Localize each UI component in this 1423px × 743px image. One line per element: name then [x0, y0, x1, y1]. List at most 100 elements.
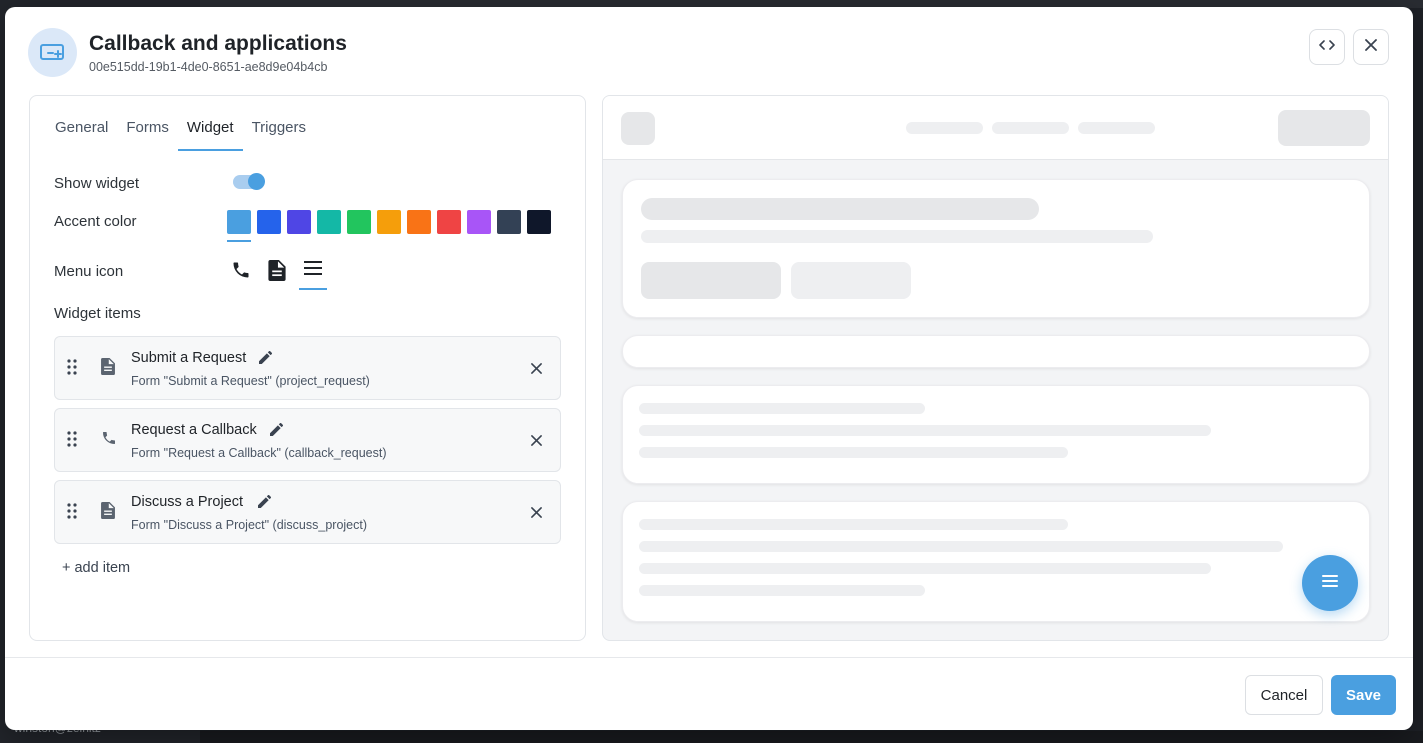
preview-nav-placeholder	[906, 122, 983, 134]
preview-button-placeholder	[1278, 110, 1370, 146]
preview-topbar	[603, 96, 1388, 160]
document-icon	[101, 502, 115, 524]
widget-item[interactable]: Request a Callback Form "Request a Callb…	[54, 408, 561, 472]
widget-item-description: Form "Discuss a Project" (discuss_projec…	[131, 518, 368, 532]
preview-widget-fab[interactable]	[1302, 555, 1358, 611]
remove-item-icon[interactable]	[531, 433, 542, 451]
widget-item-description: Form "Submit a Request" (project_request…	[131, 374, 370, 388]
preview-logo-placeholder	[621, 112, 655, 145]
preview-content-card	[622, 385, 1370, 484]
menu-icon-option-phone[interactable]	[227, 258, 255, 290]
save-button[interactable]: Save	[1331, 675, 1396, 715]
accent-color-swatch[interactable]	[467, 210, 491, 242]
menu-icon-options	[227, 258, 327, 290]
accent-color-fill	[437, 210, 461, 234]
accent-color-fill	[407, 210, 431, 234]
accent-color-swatch[interactable]	[407, 210, 431, 242]
menu-icon-option-menu[interactable]	[299, 258, 327, 290]
preview-strip-card	[622, 335, 1370, 368]
phone-icon	[231, 260, 251, 285]
preview-text-placeholder	[639, 585, 925, 596]
modal-header: Callback and applications 00e515dd-19b1-…	[5, 7, 1413, 95]
accent-color-swatch[interactable]	[317, 210, 341, 242]
settings-panel: General Forms Widget Triggers Show widge…	[29, 95, 586, 641]
accent-color-swatch[interactable]	[437, 210, 461, 242]
accent-color-fill	[497, 210, 521, 234]
preview-heading-placeholder	[641, 198, 1039, 220]
drag-handle-icon[interactable]	[67, 359, 77, 380]
preview-content-card	[622, 501, 1370, 622]
menu-icon	[1322, 574, 1338, 593]
accent-color-fill	[467, 210, 491, 234]
menu-icon	[304, 260, 322, 281]
add-item-button[interactable]: + add item	[62, 560, 130, 576]
accent-color-swatch[interactable]	[347, 210, 371, 242]
accent-color-fill	[287, 210, 311, 234]
accent-color-fill	[317, 210, 341, 234]
settings-tabs: General Forms Widget Triggers	[46, 108, 315, 152]
preview-text-placeholder	[641, 230, 1153, 243]
widget-item-title: Submit a Request	[131, 350, 247, 366]
close-modal-button[interactable]	[1353, 29, 1389, 65]
accent-color-swatch[interactable]	[227, 210, 251, 242]
widget-items-list: Submit a Request Form "Submit a Request"…	[54, 336, 561, 552]
accent-color-swatches	[227, 210, 551, 242]
accent-color-fill	[527, 210, 551, 234]
accent-color-swatch[interactable]	[287, 210, 311, 242]
tab-widget[interactable]: Widget	[177, 108, 243, 151]
remove-item-icon[interactable]	[531, 361, 542, 379]
document-icon	[268, 260, 286, 286]
edit-pencil-icon[interactable]	[259, 351, 272, 369]
accent-color-swatch[interactable]	[527, 210, 551, 242]
accent-color-fill	[257, 210, 281, 234]
preview-text-placeholder	[639, 447, 1068, 458]
close-icon	[1365, 38, 1377, 56]
tab-forms[interactable]: Forms	[117, 108, 178, 151]
edit-pencil-icon[interactable]	[270, 423, 283, 441]
preview-button-placeholder	[791, 262, 911, 299]
menu-icon-option-document[interactable]	[263, 258, 291, 290]
widget-item-title: Discuss a Project	[131, 494, 244, 510]
document-icon	[101, 358, 115, 380]
tab-general[interactable]: General	[46, 108, 117, 151]
code-view-button[interactable]	[1309, 29, 1345, 65]
accent-color-swatch[interactable]	[497, 210, 521, 242]
accent-color-label: Accent color	[54, 213, 137, 230]
code-icon	[1319, 38, 1335, 56]
widget-item[interactable]: Submit a Request Form "Submit a Request"…	[54, 336, 561, 400]
show-widget-toggle[interactable]	[233, 173, 265, 190]
preview-text-placeholder	[639, 563, 1211, 574]
edit-pencil-icon[interactable]	[258, 495, 271, 513]
drag-handle-icon[interactable]	[67, 503, 77, 524]
preview-nav-placeholder	[992, 122, 1069, 134]
app-widget-icon	[28, 28, 77, 77]
remove-item-icon[interactable]	[531, 505, 542, 523]
widget-settings-modal: Callback and applications 00e515dd-19b1-…	[5, 7, 1413, 730]
preview-text-placeholder	[639, 403, 925, 414]
widget-preview-panel	[602, 95, 1389, 641]
cancel-button[interactable]: Cancel	[1245, 675, 1323, 715]
preview-button-placeholder	[641, 262, 781, 299]
tab-triggers[interactable]: Triggers	[243, 108, 315, 151]
preview-text-placeholder	[639, 425, 1211, 436]
preview-text-placeholder	[639, 519, 1068, 530]
accent-color-swatch[interactable]	[257, 210, 281, 242]
phone-icon	[101, 430, 117, 451]
modal-subtitle-id: 00e515dd-19b1-4de0-8651-ae8d9e04b4cb	[89, 60, 328, 74]
preview-hero-card	[622, 179, 1370, 318]
widget-item[interactable]: Discuss a Project Form "Discuss a Projec…	[54, 480, 561, 544]
accent-color-swatch[interactable]	[377, 210, 401, 242]
accent-color-fill	[377, 210, 401, 234]
preview-nav-placeholder	[1078, 122, 1155, 134]
widget-item-title: Request a Callback	[131, 422, 257, 438]
show-widget-label: Show widget	[54, 175, 140, 192]
toggle-knob	[248, 173, 265, 190]
accent-color-fill	[347, 210, 371, 234]
drag-handle-icon[interactable]	[67, 431, 77, 452]
accent-color-fill	[227, 210, 251, 234]
modal-footer: Cancel Save	[5, 657, 1413, 730]
preview-text-placeholder	[639, 541, 1283, 552]
widget-item-description: Form "Request a Callback" (callback_requ…	[131, 446, 387, 460]
menu-icon-label: Menu icon	[54, 263, 124, 280]
modal-title: Callback and applications	[89, 32, 347, 55]
